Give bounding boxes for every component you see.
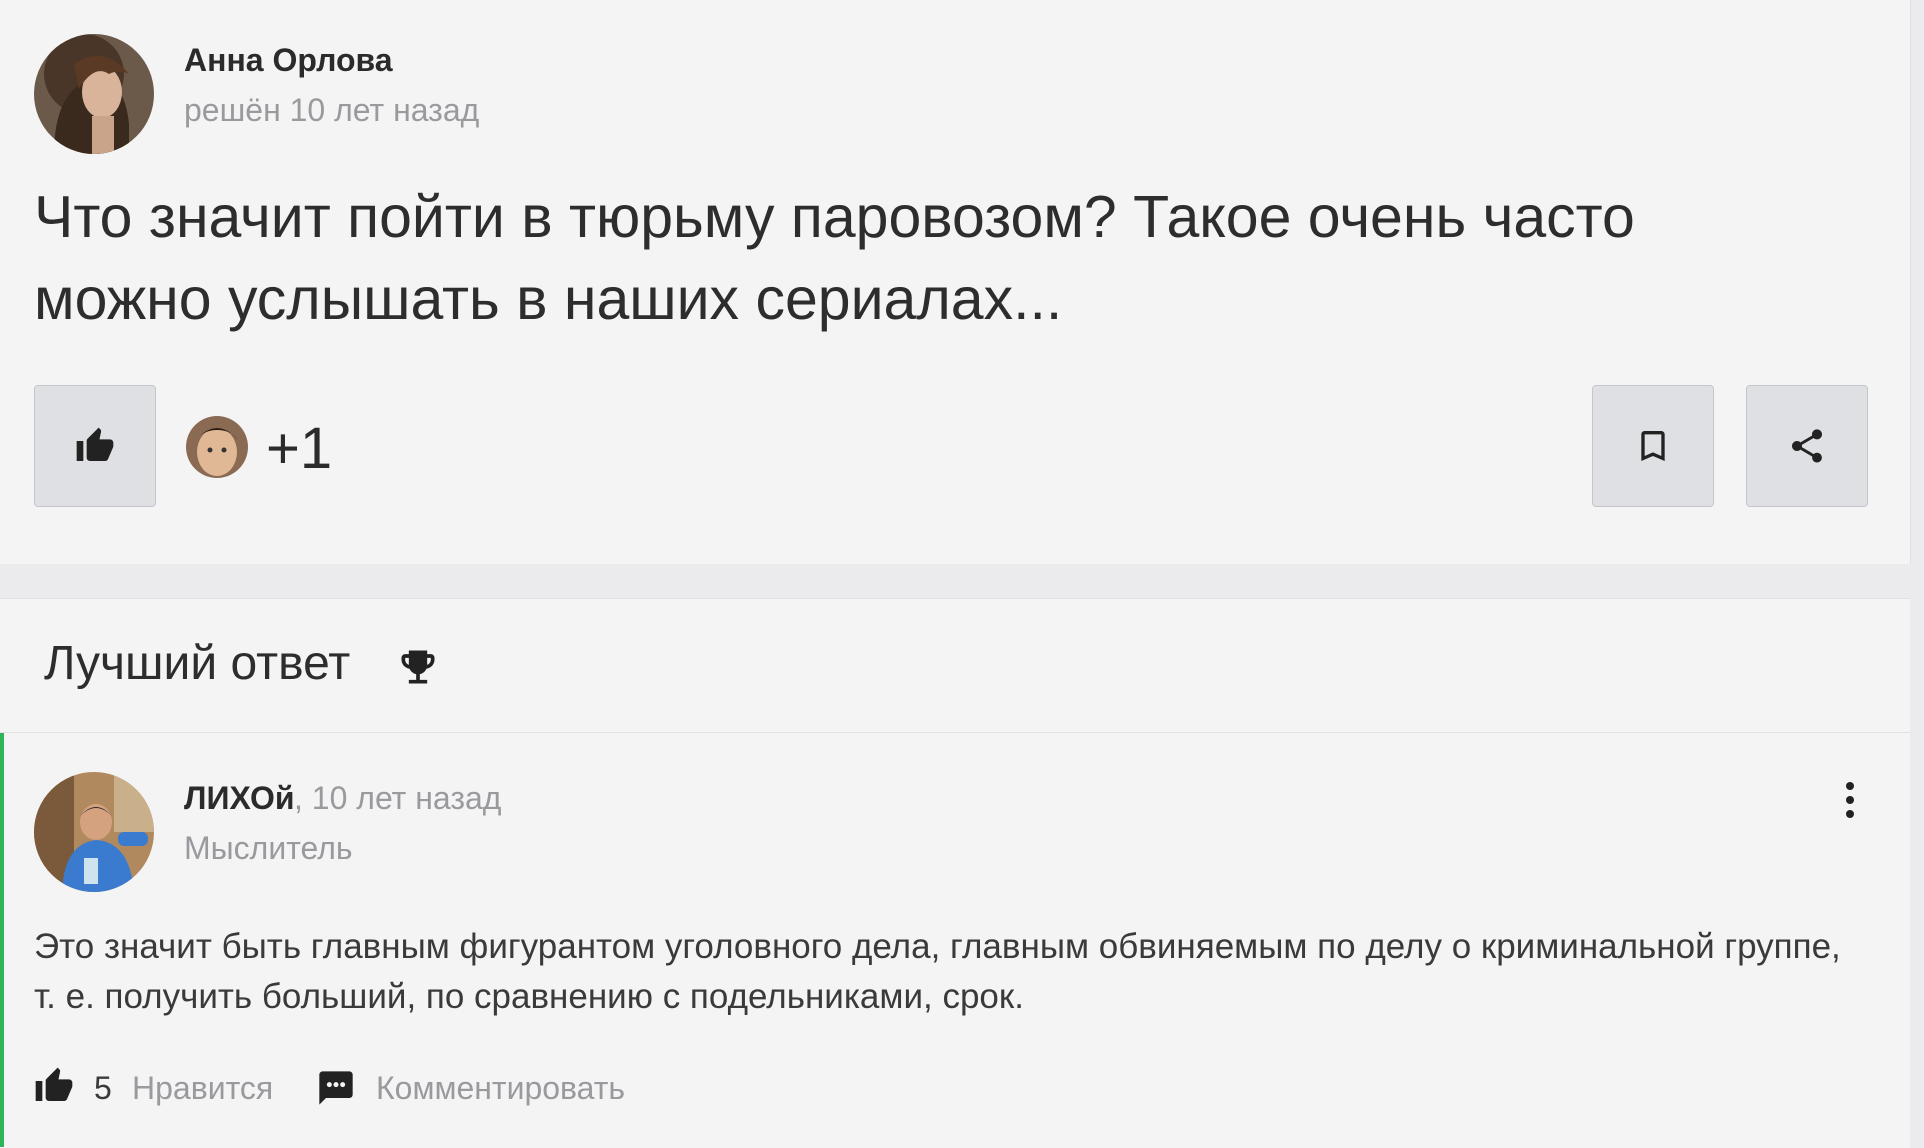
liker-avatar[interactable] — [186, 416, 248, 478]
question-author-name[interactable]: Анна Орлова — [184, 42, 393, 79]
answer-like-count: 5 — [94, 1070, 112, 1106]
like-button[interactable] — [34, 385, 156, 507]
like-label[interactable]: Нравится — [132, 1070, 273, 1107]
best-answer-title: Лучший ответ — [44, 637, 351, 690]
question-text: Что значит пойти в тюрьму паровозом? Так… — [34, 184, 1635, 332]
share-icon — [1792, 429, 1822, 463]
share-button[interactable] — [1746, 385, 1868, 507]
comment-label[interactable]: Комментировать — [376, 1070, 625, 1107]
answer-time: , 10 лет назад — [294, 780, 502, 816]
answer-author-name[interactable]: ЛИХОй — [184, 780, 295, 817]
question-author-avatar[interactable] — [34, 34, 154, 154]
answer-author-avatar[interactable] — [34, 772, 154, 892]
bookmark-icon — [1641, 431, 1665, 461]
best-answer-indicator — [0, 733, 4, 1147]
comment-icon[interactable] — [316, 1068, 356, 1108]
question-like-count: +1 — [266, 416, 333, 481]
answer-divider — [0, 732, 1910, 733]
answer-text: Это значит быть главным фигурантом уголо… — [34, 927, 1841, 1016]
bookmark-button[interactable] — [1592, 385, 1714, 507]
thumbs-up-icon[interactable] — [34, 1066, 74, 1106]
trophy-icon — [401, 650, 435, 684]
answer-author-rank: Мыслитель — [184, 830, 353, 866]
more-vertical-icon[interactable] — [1838, 780, 1862, 820]
thumbs-up-icon — [76, 427, 114, 461]
question-status: решён 10 лет назад — [184, 92, 480, 128]
